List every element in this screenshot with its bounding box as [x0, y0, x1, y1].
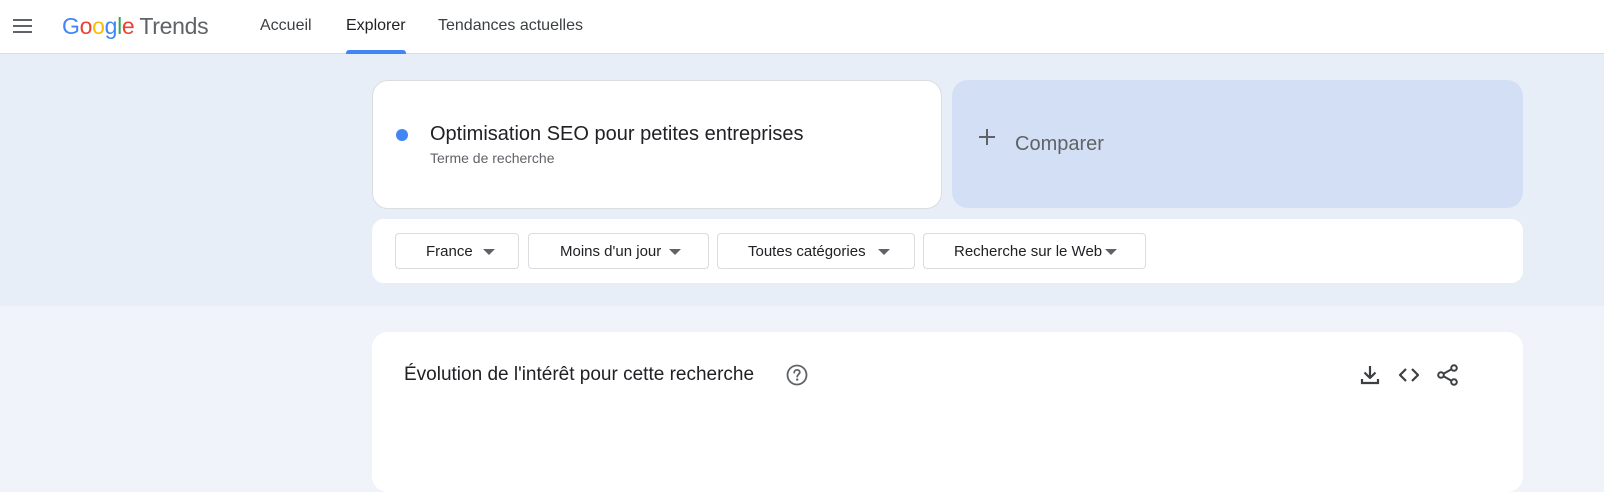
dropdown-arrow-icon — [878, 249, 890, 255]
share-icon[interactable] — [1435, 362, 1461, 388]
search-type-filter-label: Recherche sur le Web — [954, 243, 1103, 260]
category-filter-label: Toutes catégories — [748, 243, 866, 260]
category-filter-dropdown[interactable]: Toutes catégories — [717, 233, 915, 269]
dropdown-arrow-icon — [1105, 249, 1117, 255]
google-wordmark: Google — [62, 13, 135, 39]
interest-over-time-title: Évolution de l'intérêt pour cette recher… — [404, 364, 755, 385]
interest-over-time-card: Évolution de l'intérêt pour cette recher… — [372, 332, 1523, 492]
filter-bar: France Moins d'un jour Toutes catégories… — [372, 219, 1523, 283]
compare-button[interactable]: Comparer — [952, 80, 1523, 208]
nav-tab-explorer-label: Explorer — [346, 17, 406, 34]
hamburger-menu-icon[interactable] — [10, 13, 36, 39]
compare-label: Comparer — [1015, 133, 1104, 155]
download-icon[interactable] — [1357, 362, 1383, 388]
dropdown-arrow-icon — [483, 249, 495, 255]
region-filter-dropdown[interactable]: France — [395, 233, 519, 269]
nav-tab-explorer[interactable]: Explorer — [346, 0, 406, 54]
dropdown-arrow-icon — [669, 249, 681, 255]
time-range-filter-label: Moins d'un jour — [560, 243, 662, 260]
embed-code-icon[interactable] — [1396, 362, 1422, 388]
plus-icon — [978, 128, 996, 146]
top-app-bar: Google Trends Accueil Explorer Tendances … — [0, 0, 1604, 54]
search-term-label: Optimisation SEO pour petites entreprise… — [430, 123, 804, 145]
search-type-filter-dropdown[interactable]: Recherche sur le Web — [923, 233, 1146, 269]
search-term-card[interactable]: Optimisation SEO pour petites entreprise… — [372, 80, 942, 209]
help-icon[interactable] — [786, 364, 808, 386]
region-filter-label: France — [426, 243, 473, 260]
nav-tab-tendances-actuelles[interactable]: Tendances actuelles — [438, 0, 583, 54]
time-range-filter-dropdown[interactable]: Moins d'un jour — [528, 233, 709, 269]
search-term-type: Terme de recherche — [430, 150, 555, 166]
trends-wordmark: Trends — [139, 13, 209, 39]
google-trends-logo[interactable]: Google Trends — [62, 12, 209, 40]
nav-tab-accueil[interactable]: Accueil — [260, 0, 312, 54]
term-color-dot — [396, 129, 408, 141]
